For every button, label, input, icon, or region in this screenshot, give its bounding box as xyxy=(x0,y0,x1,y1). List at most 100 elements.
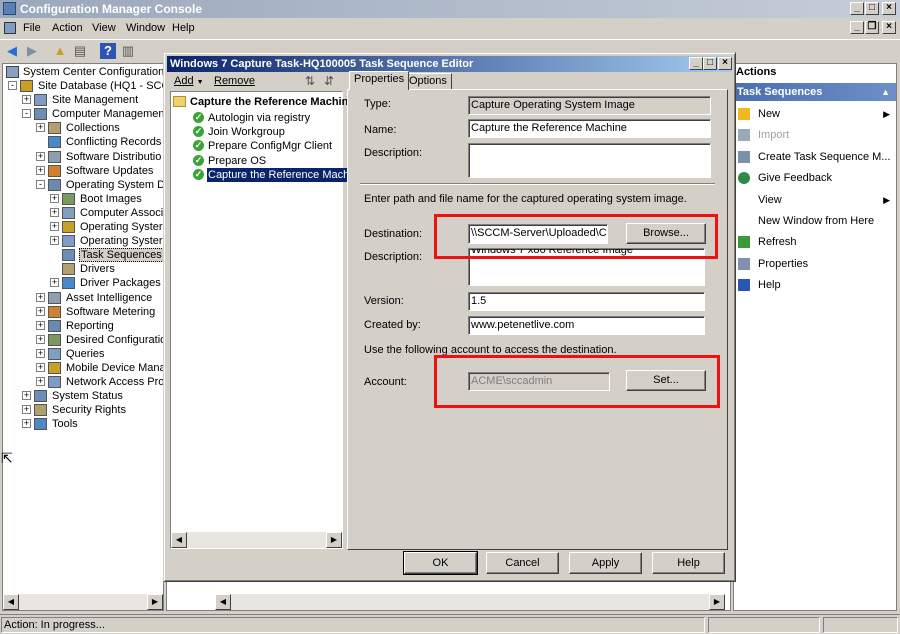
menu-help[interactable]: Help xyxy=(172,22,195,34)
tree-item[interactable]: + Network Access Prot xyxy=(3,375,163,389)
tree-item[interactable]: - Operating System De xyxy=(3,178,163,192)
menu-action[interactable]: Action xyxy=(52,22,83,34)
description-field[interactable] xyxy=(468,143,711,178)
scroll-left-icon[interactable]: ◀ xyxy=(171,532,187,548)
action-item[interactable]: Help xyxy=(734,275,896,295)
scroll-left-icon[interactable]: ◀ xyxy=(3,594,19,610)
collapse-icon[interactable]: ▲ xyxy=(881,83,890,101)
steps-hscroll[interactable]: ◀ ▶ xyxy=(171,532,342,548)
scroll-left-icon[interactable]: ◀ xyxy=(215,594,231,610)
expand-icon[interactable]: + xyxy=(50,207,59,217)
tree-item[interactable]: Drivers xyxy=(3,262,163,276)
help-toolbar-icon[interactable]: ? xyxy=(100,43,116,59)
action-item[interactable]: New ▶ xyxy=(734,104,896,124)
expand-icon[interactable]: + xyxy=(50,193,59,203)
tree-item[interactable]: + Driver Packages xyxy=(3,276,163,290)
expand-icon[interactable]: + xyxy=(36,377,45,387)
menu-window[interactable]: Window xyxy=(126,22,165,34)
maximize-button[interactable]: □ xyxy=(865,2,879,15)
tree-item[interactable]: + Software Metering xyxy=(3,305,163,319)
tree-item[interactable]: + Security Rights xyxy=(3,403,163,417)
action-item[interactable]: Properties xyxy=(734,254,896,274)
collapse-icon[interactable]: - xyxy=(8,81,17,90)
back-arrow-icon[interactable]: ◀ xyxy=(4,43,20,59)
tree-item[interactable]: Conflicting Records xyxy=(3,135,163,149)
tree-item[interactable]: + Mobile Device Manag xyxy=(3,361,163,375)
move-down-icon[interactable]: ⇵ xyxy=(324,74,334,88)
expand-icon[interactable]: + xyxy=(36,123,45,133)
version-field[interactable]: 1.5 xyxy=(468,292,705,311)
tree-item[interactable]: + Desired Configuratio xyxy=(3,333,163,347)
tree-item[interactable]: + Tools xyxy=(3,417,163,431)
menu-file[interactable]: File xyxy=(23,22,41,34)
action-pane-icon[interactable]: ▥ xyxy=(120,43,136,59)
expand-icon[interactable]: + xyxy=(22,95,31,105)
expand-icon[interactable]: + xyxy=(36,165,45,175)
cancel-button[interactable]: Cancel xyxy=(486,552,559,574)
apply-button[interactable]: Apply xyxy=(569,552,642,574)
dialog-maximize-button[interactable]: □ xyxy=(703,57,717,70)
tab-options[interactable]: Options xyxy=(404,73,452,90)
action-item[interactable]: Give Feedback xyxy=(734,168,896,188)
action-item[interactable]: Create Task Sequence M... xyxy=(734,147,896,167)
expand-icon[interactable]: + xyxy=(50,222,59,231)
help-button[interactable]: Help xyxy=(652,552,725,574)
tree-item[interactable]: + Reporting xyxy=(3,319,163,333)
tree-item[interactable]: + Operating Syster xyxy=(3,234,163,248)
tree-item[interactable]: + Computer Associ xyxy=(3,206,163,220)
tree-hscroll[interactable]: ◀ ▶ xyxy=(3,594,163,610)
tree-item[interactable]: + Site Management xyxy=(3,93,163,107)
tree-item[interactable]: + Software Distributio xyxy=(3,150,163,164)
child-restore-button[interactable]: ❐ xyxy=(865,21,879,34)
expand-icon[interactable]: + xyxy=(22,391,31,401)
expand-icon[interactable]: + xyxy=(36,320,45,330)
scroll-right-icon[interactable]: ▶ xyxy=(326,532,342,548)
move-up-icon[interactable]: ⇅ xyxy=(305,74,315,88)
tree-item[interactable]: + Operating Syster xyxy=(3,220,163,234)
scroll-right-icon[interactable]: ▶ xyxy=(147,594,163,610)
collapse-icon[interactable]: - xyxy=(36,179,45,189)
tree-item[interactable]: + Software Updates xyxy=(3,164,163,178)
center-hscroll[interactable]: ◀ ▶ xyxy=(215,594,725,610)
ok-button[interactable]: OK xyxy=(403,551,478,575)
up-folder-icon[interactable]: ▲ xyxy=(52,43,68,59)
tree-item[interactable]: Task Sequences xyxy=(3,248,163,263)
expand-icon[interactable]: + xyxy=(50,236,59,246)
tree-item[interactable]: + Boot Images xyxy=(3,192,163,206)
expand-icon[interactable]: + xyxy=(36,292,45,302)
menu-view[interactable]: View xyxy=(92,22,116,34)
child-minimize-button[interactable]: _ xyxy=(850,21,864,34)
name-field[interactable]: Capture the Reference Machine xyxy=(468,119,711,138)
created-by-field[interactable]: www.petenetlive.com xyxy=(468,316,705,335)
expand-icon[interactable]: + xyxy=(36,363,45,372)
dialog-close-button[interactable]: × xyxy=(718,57,732,70)
scroll-right-icon[interactable]: ▶ xyxy=(709,594,725,610)
forward-arrow-icon[interactable]: ▶ xyxy=(24,43,40,59)
expand-icon[interactable]: + xyxy=(36,306,45,316)
actions-section-header[interactable]: Task Sequences ▲ xyxy=(734,83,896,101)
tree-item[interactable]: - Computer Management xyxy=(3,107,163,121)
expand-icon[interactable]: + xyxy=(36,348,45,358)
tree-item[interactable]: + Queries xyxy=(3,347,163,361)
collapse-icon[interactable]: - xyxy=(22,109,31,119)
tree-item[interactable]: + Asset Intelligence xyxy=(3,291,163,305)
expand-icon[interactable]: + xyxy=(22,419,31,429)
expand-icon[interactable]: + xyxy=(36,151,45,161)
expand-icon[interactable]: + xyxy=(50,278,59,288)
remove-button[interactable]: Remove xyxy=(214,75,255,87)
child-close-button[interactable]: × xyxy=(882,21,896,34)
tree-item[interactable]: + System Status xyxy=(3,389,163,403)
add-menu[interactable]: Add ▼ xyxy=(174,75,204,87)
minimize-button[interactable]: _ xyxy=(850,2,864,15)
expand-icon[interactable]: + xyxy=(22,405,31,415)
expand-icon[interactable]: + xyxy=(36,334,45,344)
show-tree-icon[interactable]: ▤ xyxy=(72,43,88,59)
action-item[interactable]: Refresh xyxy=(734,232,896,252)
action-item[interactable]: New Window from Here xyxy=(734,211,896,231)
close-button[interactable]: × xyxy=(882,2,896,15)
tab-properties[interactable]: Properties xyxy=(349,71,410,90)
tree-item[interactable]: + Collections xyxy=(3,121,163,135)
dialog-minimize-button[interactable]: _ xyxy=(689,57,703,70)
action-item[interactable]: View ▶ xyxy=(734,190,896,210)
tree-item[interactable]: - Site Database (HQ1 - SCCM xyxy=(3,79,163,93)
